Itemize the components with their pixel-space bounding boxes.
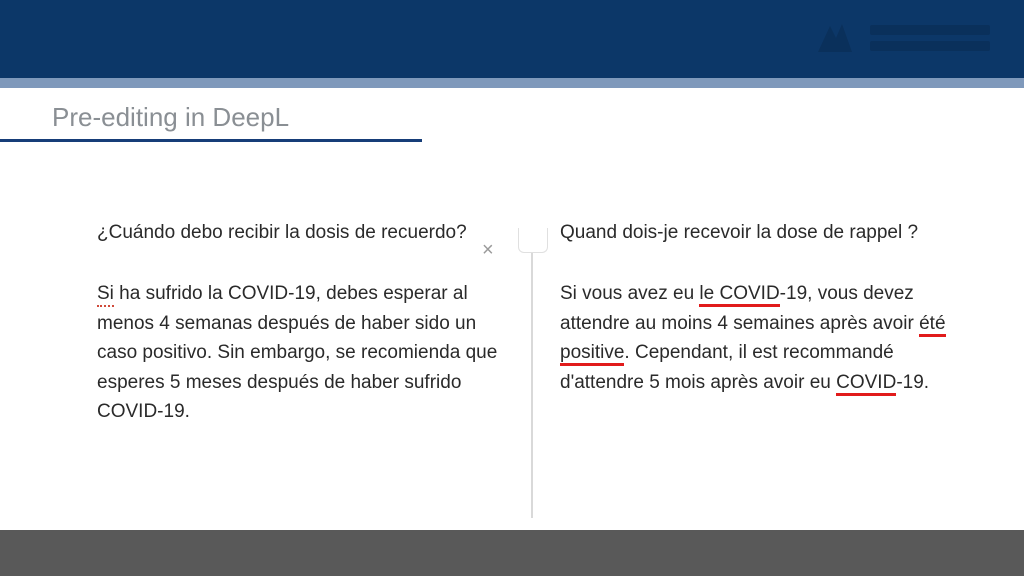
slide-title: Pre-editing in DeepL [52, 102, 1024, 133]
annotation-underline: COVID [836, 372, 896, 396]
annotation-underline: le COVID [699, 283, 779, 307]
header-accent-band [0, 78, 1024, 88]
target-question: Quand dois-je recevoir la dose de rappel… [560, 218, 970, 247]
target-body: Si vous avez eu le COVID-19, vous devez … [560, 279, 970, 397]
target-text-pane[interactable]: Quand dois-je recevoir la dose de rappel… [560, 218, 970, 397]
source-text-pane[interactable]: ¿Cuándo debo recibir la dosis de recuerd… [97, 218, 507, 427]
title-underline [0, 139, 422, 142]
header-logo-ghost [812, 18, 990, 58]
swap-languages-handle[interactable] [518, 228, 548, 253]
source-question: ¿Cuándo debo recibir la dosis de recuerd… [97, 218, 507, 247]
source-body: Si ha sufrido la COVID-19, debes esperar… [97, 279, 507, 426]
header-band [0, 0, 1024, 78]
clear-source-icon[interactable]: × [482, 240, 494, 260]
spellcheck-underline: Si [97, 283, 114, 307]
footer-band [0, 530, 1024, 576]
pane-divider [514, 228, 550, 518]
